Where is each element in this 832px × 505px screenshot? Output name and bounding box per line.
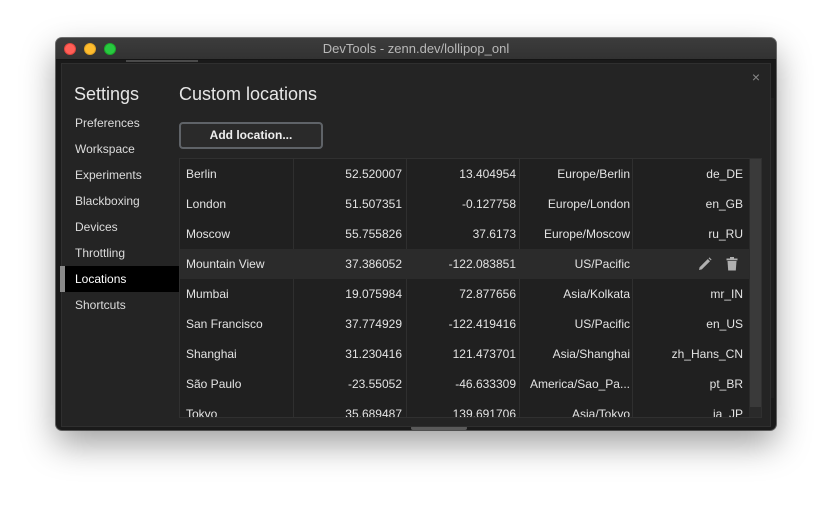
location-timezone: Europe/Moscow <box>543 227 630 241</box>
location-longitude: 121.473701 <box>452 347 516 361</box>
location-locale: ru_RU <box>708 227 743 241</box>
list-scrollbar[interactable] <box>749 159 761 417</box>
add-location-button[interactable]: Add location... <box>179 122 323 149</box>
location-longitude: -122.419416 <box>448 317 516 331</box>
window-title: DevTools - zenn.dev/lollipop_onl <box>322 41 510 56</box>
locations-list: Berlin 52.520007 13.404954 Europe/Berlin… <box>179 158 762 418</box>
location-row[interactable]: San Francisco 37.774929 -122.419416 US/P… <box>180 309 750 339</box>
location-row[interactable]: Berlin 52.520007 13.404954 Europe/Berlin… <box>180 159 750 189</box>
location-locale: en_GB <box>705 197 743 211</box>
location-name: Mumbai <box>186 287 229 301</box>
sidebar-list: Preferences Workspace Experiments Blackb… <box>60 110 179 318</box>
location-row[interactable]: Tokyo 35.689487 139.691706 Asia/Tokyo ja… <box>180 399 750 418</box>
page-title: Custom locations <box>179 84 318 104</box>
settings-dialog: × Settings Preferences Workspace Experim… <box>60 64 770 426</box>
location-locale: zh_Hans_CN <box>671 347 743 361</box>
location-timezone: Asia/Kolkata <box>563 287 630 301</box>
background-tab-strip <box>126 60 198 62</box>
location-longitude: 72.877656 <box>459 287 516 301</box>
location-latitude: 55.755826 <box>345 227 402 241</box>
sidebar-item-workspace[interactable]: Workspace <box>62 136 179 162</box>
location-latitude: 37.386052 <box>345 257 402 271</box>
location-row[interactable]: London 51.507351 -0.127758 Europe/London… <box>180 189 750 219</box>
location-latitude: 37.774929 <box>345 317 402 331</box>
location-latitude: 51.507351 <box>345 197 402 211</box>
location-locale: pt_BR <box>709 377 743 391</box>
location-latitude: 52.520007 <box>345 167 402 181</box>
background-scrollbar[interactable] <box>411 426 467 430</box>
location-name: San Francisco <box>186 317 263 331</box>
location-name: Moscow <box>186 227 231 241</box>
trash-icon[interactable] <box>726 257 738 271</box>
location-name: Shanghai <box>186 347 237 361</box>
location-timezone: Asia/Shanghai <box>552 347 630 361</box>
location-longitude: 13.404954 <box>459 167 516 181</box>
location-latitude: -23.55052 <box>347 377 402 391</box>
location-row-hovered[interactable]: Mountain View 37.386052 -122.083851 US/P… <box>180 249 750 279</box>
location-name: Berlin <box>186 167 217 181</box>
window-maximize-button[interactable] <box>104 43 116 55</box>
location-longitude: -0.127758 <box>461 197 516 211</box>
close-icon[interactable]: × <box>749 70 763 84</box>
location-name: Mountain View <box>186 257 265 271</box>
sidebar-item-locations[interactable]: Locations <box>60 266 179 292</box>
location-timezone: Europe/London <box>547 197 630 211</box>
settings-sidebar: Settings Preferences Workspace Experimen… <box>60 64 179 426</box>
location-timezone: US/Pacific <box>574 317 630 331</box>
sidebar-item-shortcuts[interactable]: Shortcuts <box>62 292 179 318</box>
location-locale: mr_IN <box>710 287 743 301</box>
sidebar-item-experiments[interactable]: Experiments <box>62 162 179 188</box>
sidebar-item-preferences[interactable]: Preferences <box>62 110 179 136</box>
devtools-window: DevTools - zenn.dev/lollipop_onl × Setti… <box>56 38 776 430</box>
location-locale: de_DE <box>706 167 743 181</box>
sidebar-item-devices[interactable]: Devices <box>62 214 179 240</box>
location-longitude: -122.083851 <box>448 257 516 271</box>
location-locale: ja_JP <box>712 407 743 418</box>
settings-title: Settings <box>74 84 140 104</box>
location-row[interactable]: Mumbai 19.075984 72.877656 Asia/Kolkata … <box>180 279 750 309</box>
background-panel-edge <box>770 98 774 398</box>
location-locale: en_US <box>706 317 743 331</box>
location-timezone: America/Sao_Pa... <box>529 377 630 391</box>
window-close-button[interactable] <box>64 43 76 55</box>
location-name: Tokyo <box>186 407 218 418</box>
location-longitude: 139.691706 <box>452 407 516 418</box>
title-bar: DevTools - zenn.dev/lollipop_onl <box>56 38 776 60</box>
sidebar-item-throttling[interactable]: Throttling <box>62 240 179 266</box>
location-latitude: 35.689487 <box>345 407 402 418</box>
location-name: São Paulo <box>186 377 242 391</box>
window-minimize-button[interactable] <box>84 43 96 55</box>
row-actions <box>695 249 745 279</box>
location-row[interactable]: Shanghai 31.230416 121.473701 Asia/Shang… <box>180 339 750 369</box>
location-row[interactable]: São Paulo -23.55052 -46.633309 America/S… <box>180 369 750 399</box>
location-name: London <box>186 197 227 211</box>
location-timezone: US/Pacific <box>574 257 630 271</box>
location-longitude: -46.633309 <box>455 377 516 391</box>
location-longitude: 37.6173 <box>472 227 516 241</box>
location-timezone: Europe/Berlin <box>557 167 630 181</box>
pencil-icon[interactable] <box>698 257 712 271</box>
location-latitude: 31.230416 <box>345 347 402 361</box>
scrollbar-thumb[interactable] <box>750 159 761 407</box>
sidebar-item-blackboxing[interactable]: Blackboxing <box>62 188 179 214</box>
location-row[interactable]: Moscow 55.755826 37.6173 Europe/Moscow r… <box>180 219 750 249</box>
location-latitude: 19.075984 <box>345 287 402 301</box>
location-timezone: Asia/Tokyo <box>571 407 630 418</box>
